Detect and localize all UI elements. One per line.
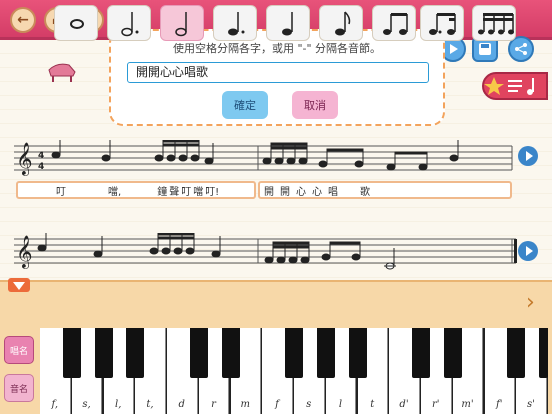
black-key[interactable] bbox=[317, 328, 335, 378]
lyric: 開 bbox=[264, 186, 274, 198]
key-label: t, bbox=[146, 399, 154, 410]
key-label: d bbox=[178, 399, 185, 410]
key-label: s, bbox=[82, 399, 91, 410]
key-label: r bbox=[211, 399, 216, 410]
piano-keyboard: f, s, l, t, d r m f s l t d' r' m' f' s' bbox=[40, 328, 548, 414]
save-icon bbox=[479, 43, 491, 55]
scroll-right-chevron-icon[interactable]: › bbox=[526, 290, 535, 315]
lyric: 開 bbox=[280, 186, 290, 198]
black-key[interactable] bbox=[222, 328, 240, 378]
four-sixteenths-button[interactable] bbox=[472, 5, 516, 41]
down-arrow-icon bbox=[13, 282, 25, 290]
key-label: l bbox=[338, 399, 343, 410]
two-eighths-icon bbox=[383, 13, 408, 35]
dotted-half-note-button[interactable] bbox=[107, 5, 151, 41]
staff-1[interactable]: 𝄞 4 4 bbox=[14, 140, 514, 180]
half-note-button[interactable] bbox=[160, 5, 204, 41]
dialog-message: 使用空格分隔各字，或用 "-" 分隔各音節。 bbox=[172, 42, 382, 55]
black-key[interactable] bbox=[349, 328, 367, 378]
song-menu-button[interactable] bbox=[482, 72, 548, 100]
play-icon bbox=[450, 44, 458, 54]
lyric: 噹 bbox=[193, 186, 204, 198]
key-label: t bbox=[370, 399, 375, 410]
treble-clef: 𝄞 bbox=[16, 142, 33, 176]
treble-clef: 𝄞 bbox=[16, 235, 33, 269]
cancel-button[interactable]: 取消 bbox=[292, 91, 338, 119]
key-label: s bbox=[306, 399, 312, 410]
dotted-eighth-sixteenth-icon bbox=[429, 13, 456, 35]
play-line-1-button[interactable] bbox=[518, 146, 538, 166]
key-label: m' bbox=[461, 399, 474, 410]
dotted-eighth-sixteenth-button[interactable] bbox=[420, 5, 464, 41]
key-label: d' bbox=[399, 399, 409, 410]
black-key[interactable] bbox=[285, 328, 303, 378]
whole-note-icon bbox=[70, 19, 84, 29]
collapse-arrow-button[interactable] bbox=[8, 278, 30, 292]
lyric: 叮 bbox=[181, 186, 192, 198]
black-key[interactable] bbox=[412, 328, 430, 378]
back-arrow-icon: ← bbox=[17, 12, 29, 28]
back-button[interactable]: ← bbox=[10, 7, 36, 33]
key-label: s' bbox=[527, 399, 535, 410]
black-key[interactable] bbox=[507, 328, 525, 378]
solfege-mode-button[interactable]: 唱名 bbox=[4, 336, 34, 364]
lyric: 歌 bbox=[360, 186, 370, 198]
dotted-quarter-note-icon bbox=[228, 12, 245, 36]
lyric: 噹, bbox=[108, 186, 122, 198]
key-label: r' bbox=[431, 399, 440, 410]
lyrics-box-2[interactable]: 開 開 心 心 唱 歌 bbox=[258, 181, 512, 199]
lyric: 鐘 bbox=[157, 186, 168, 198]
note-name-mode-button[interactable]: 音名 bbox=[4, 374, 34, 402]
eighth-note-icon bbox=[335, 11, 351, 36]
key-label: l, bbox=[115, 399, 122, 410]
lyrics-box-1[interactable]: 叮 噹, 鐘 聲 叮 噹 叮! bbox=[16, 181, 256, 199]
lyric: 心 bbox=[296, 186, 306, 198]
play-line-2-button[interactable] bbox=[518, 241, 538, 261]
two-eighths-button[interactable] bbox=[372, 5, 416, 41]
key-label: f, bbox=[51, 399, 59, 410]
grand-piano-icon[interactable] bbox=[47, 62, 77, 84]
lyric: 聲 bbox=[169, 186, 180, 198]
lyric: 唱 bbox=[328, 186, 338, 198]
quarter-note-button[interactable] bbox=[266, 5, 310, 41]
quarter-note-icon bbox=[282, 12, 293, 36]
key-label: m bbox=[240, 399, 250, 410]
black-key[interactable] bbox=[444, 328, 462, 378]
black-key[interactable] bbox=[126, 328, 144, 378]
note-duration-bar bbox=[0, 280, 552, 326]
eighth-note-button[interactable] bbox=[319, 5, 363, 41]
key-label: f bbox=[275, 399, 279, 410]
four-sixteenths-icon bbox=[478, 13, 514, 35]
dotted-half-note-icon bbox=[121, 12, 139, 37]
star-music-list-icon bbox=[484, 77, 534, 95]
time-signature-bottom: 4 bbox=[38, 162, 44, 172]
time-signature-top: 4 bbox=[38, 151, 44, 161]
black-key[interactable] bbox=[190, 328, 208, 378]
lyric: 叮 bbox=[56, 186, 66, 198]
black-key[interactable] bbox=[539, 328, 548, 378]
whole-note-button[interactable] bbox=[54, 5, 98, 41]
staff-2[interactable]: 𝄞 bbox=[14, 233, 519, 275]
dotted-quarter-note-button[interactable] bbox=[213, 5, 257, 41]
lyric: 叮! bbox=[205, 186, 220, 198]
black-key[interactable] bbox=[63, 328, 81, 378]
lyric: 心 bbox=[312, 186, 322, 198]
confirm-button[interactable]: 確定 bbox=[222, 91, 268, 119]
half-note-icon bbox=[175, 12, 187, 37]
lyrics-input-dialog: 使用空格分隔各字，或用 "-" 分隔各音節。 開開心心唱歌 確定 取消 bbox=[109, 29, 445, 126]
black-key[interactable] bbox=[95, 328, 113, 378]
key-label: f' bbox=[496, 399, 503, 410]
lyrics-input[interactable]: 開開心心唱歌 bbox=[127, 62, 429, 83]
share-icon bbox=[515, 43, 527, 55]
